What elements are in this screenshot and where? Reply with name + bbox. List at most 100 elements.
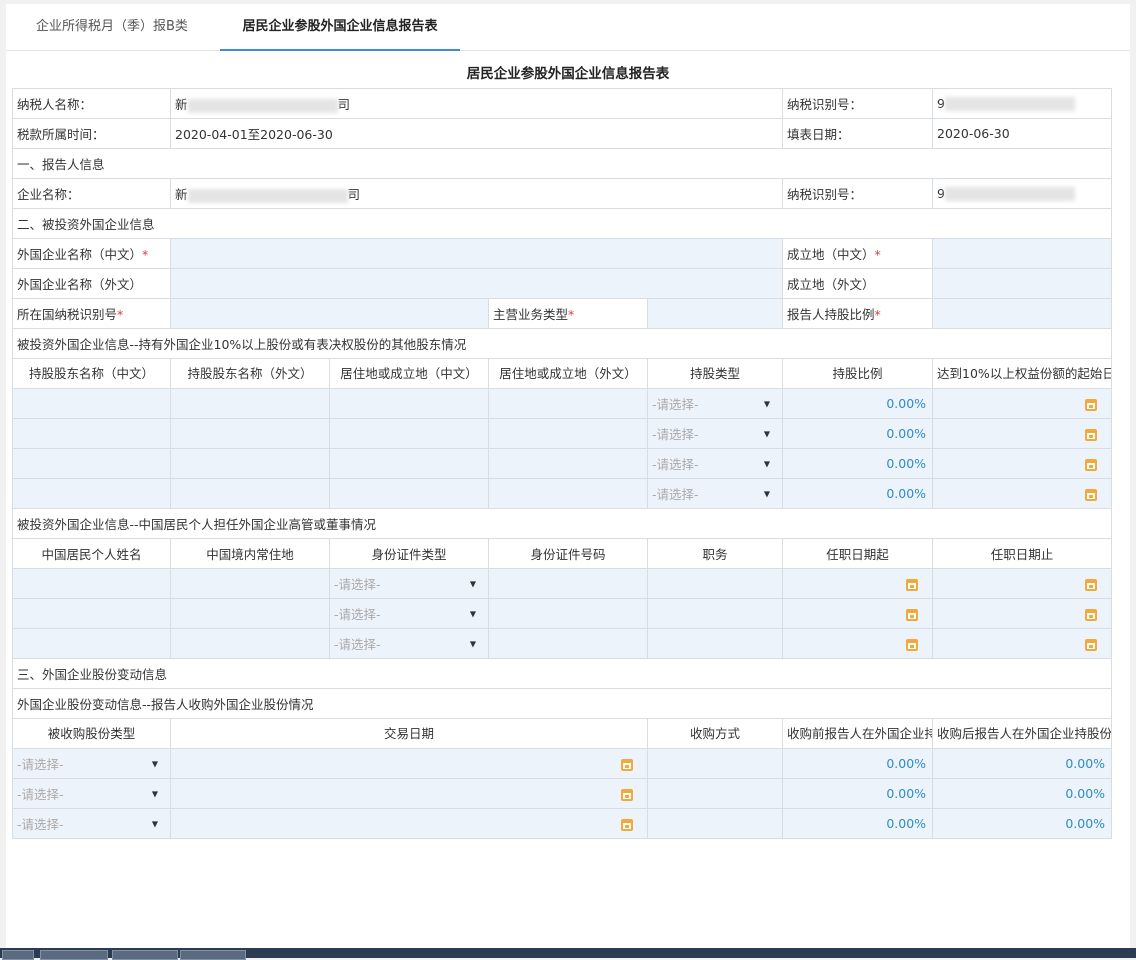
share-type-select[interactable]: -请选择- ▼: [646, 388, 784, 419]
foreign-name-en-input[interactable]: [169, 268, 784, 299]
taxpayer-name-end: 司: [337, 97, 351, 112]
domestic-residence-input[interactable]: [170, 598, 330, 629]
calendar-icon[interactable]: [1085, 488, 1098, 501]
domestic-residence-input[interactable]: [170, 568, 330, 599]
calendar-icon[interactable]: [1085, 638, 1098, 651]
share-before-input[interactable]: 0.00%: [782, 748, 934, 779]
foreign-name-cn-input[interactable]: [169, 238, 784, 269]
calendar-icon[interactable]: [621, 818, 633, 831]
est-place-cn-input[interactable]: [932, 238, 1113, 269]
tenure-start-picker[interactable]: [782, 598, 934, 629]
calendar-icon[interactable]: [1085, 458, 1098, 471]
position-input[interactable]: [646, 598, 784, 629]
share-before-input[interactable]: 0.00%: [782, 778, 934, 809]
residence-en-input[interactable]: [488, 418, 648, 449]
reporter-share-input[interactable]: [932, 298, 1113, 329]
position-input[interactable]: [646, 568, 784, 599]
share-after-input[interactable]: 0.00%: [932, 778, 1113, 809]
shareholder-name-en-input[interactable]: [170, 448, 330, 479]
taskbar-button[interactable]: [180, 950, 246, 960]
fill-date-label: 填表日期：: [782, 118, 934, 149]
taskbar-button[interactable]: [2, 950, 34, 960]
tab-income-tax-b[interactable]: 企业所得税月（季）报B类: [36, 4, 188, 50]
residence-cn-input[interactable]: [329, 478, 489, 509]
main-business-text: 主营业务类型: [493, 307, 569, 322]
acquisition-method-input[interactable]: [646, 778, 784, 809]
calendar-icon[interactable]: [906, 638, 919, 651]
taskbar-button[interactable]: [40, 950, 108, 960]
shareholder-name-cn-input[interactable]: [12, 388, 171, 419]
residence-cn-input[interactable]: [329, 448, 489, 479]
share-ratio-input[interactable]: 0.00%: [782, 418, 934, 449]
share-ratio-input[interactable]: 0.00%: [782, 478, 934, 509]
start-date-picker[interactable]: [932, 448, 1113, 479]
calendar-icon[interactable]: [621, 758, 633, 771]
col-header: 收购前报告人在外国企业持股份额: [782, 718, 934, 749]
calendar-icon[interactable]: [1085, 578, 1098, 591]
residence-en-input[interactable]: [488, 388, 648, 419]
main-business-input[interactable]: [646, 298, 784, 329]
id-number-input[interactable]: [488, 628, 648, 659]
tenure-start-picker[interactable]: [782, 628, 934, 659]
resident-name-input[interactable]: [12, 568, 171, 599]
table-row: -请选择- ▼: [12, 598, 1113, 629]
shareholder-name-cn-input[interactable]: [12, 418, 171, 449]
start-date-picker[interactable]: [932, 388, 1113, 419]
shareholder-name-cn-input[interactable]: [12, 448, 171, 479]
acquired-share-type-select[interactable]: -请选择- ▼: [12, 778, 171, 809]
shareholder-name-cn-input[interactable]: [12, 478, 171, 509]
id-type-select[interactable]: -请选择- ▼: [329, 628, 489, 659]
residence-cn-input[interactable]: [329, 388, 489, 419]
trade-date-picker[interactable]: [170, 778, 648, 809]
share-ratio-input[interactable]: 0.00%: [782, 448, 934, 479]
id-type-select[interactable]: -请选择- ▼: [329, 598, 489, 629]
acquisition-method-input[interactable]: [646, 808, 784, 839]
calendar-icon[interactable]: [1085, 608, 1098, 621]
tenure-end-picker[interactable]: [932, 598, 1113, 629]
company-tax-id-value: 9: [932, 178, 1113, 209]
required-mark: *: [874, 247, 881, 262]
residence-en-input[interactable]: [488, 478, 648, 509]
trade-date-picker[interactable]: [170, 808, 648, 839]
shareholder-name-en-input[interactable]: [170, 388, 330, 419]
resident-name-input[interactable]: [12, 628, 171, 659]
shareholder-name-en-input[interactable]: [170, 478, 330, 509]
position-input[interactable]: [646, 628, 784, 659]
share-after-input[interactable]: 0.00%: [932, 808, 1113, 839]
residence-cn-input[interactable]: [329, 418, 489, 449]
tenure-end-picker[interactable]: [932, 628, 1113, 659]
tab-foreign-enterprise-report[interactable]: 居民企业参股外国企业信息报告表: [220, 4, 460, 51]
local-tax-id-input[interactable]: [170, 298, 489, 329]
taskbar-button[interactable]: [112, 950, 178, 960]
share-type-select[interactable]: -请选择- ▼: [646, 418, 784, 449]
domestic-residence-input[interactable]: [170, 628, 330, 659]
calendar-icon[interactable]: [1085, 398, 1098, 411]
acquired-share-type-select[interactable]: -请选择- ▼: [12, 808, 171, 839]
trade-date-picker[interactable]: [170, 748, 648, 779]
share-type-select[interactable]: -请选择- ▼: [646, 448, 784, 479]
share-after-input[interactable]: 0.00%: [932, 748, 1113, 779]
est-place-en-input[interactable]: [932, 268, 1113, 299]
calendar-icon[interactable]: [621, 788, 633, 801]
share-ratio-input[interactable]: 0.00%: [782, 388, 934, 419]
local-tax-id-label: 所在国纳税识别号*: [12, 298, 171, 329]
id-type-select[interactable]: -请选择- ▼: [329, 568, 489, 599]
share-before-input[interactable]: 0.00%: [782, 808, 934, 839]
tenure-end-picker[interactable]: [932, 568, 1113, 599]
id-number-input[interactable]: [488, 598, 648, 629]
calendar-icon[interactable]: [906, 578, 919, 591]
residence-en-input[interactable]: [488, 448, 648, 479]
resident-name-input[interactable]: [12, 598, 171, 629]
id-number-input[interactable]: [488, 568, 648, 599]
calendar-icon[interactable]: [1085, 428, 1098, 441]
acquisition-method-input[interactable]: [646, 748, 784, 779]
acquired-share-type-select[interactable]: -请选择- ▼: [12, 748, 171, 779]
table-row: -请选择- ▼ 0.00% 0.00%: [12, 748, 1113, 779]
start-date-picker[interactable]: [932, 418, 1113, 449]
share-type-select[interactable]: -请选择- ▼: [646, 478, 784, 509]
tax-id-start: 9: [937, 95, 945, 111]
calendar-icon[interactable]: [906, 608, 919, 621]
tenure-start-picker[interactable]: [782, 568, 934, 599]
start-date-picker[interactable]: [932, 478, 1113, 509]
shareholder-name-en-input[interactable]: [170, 418, 330, 449]
